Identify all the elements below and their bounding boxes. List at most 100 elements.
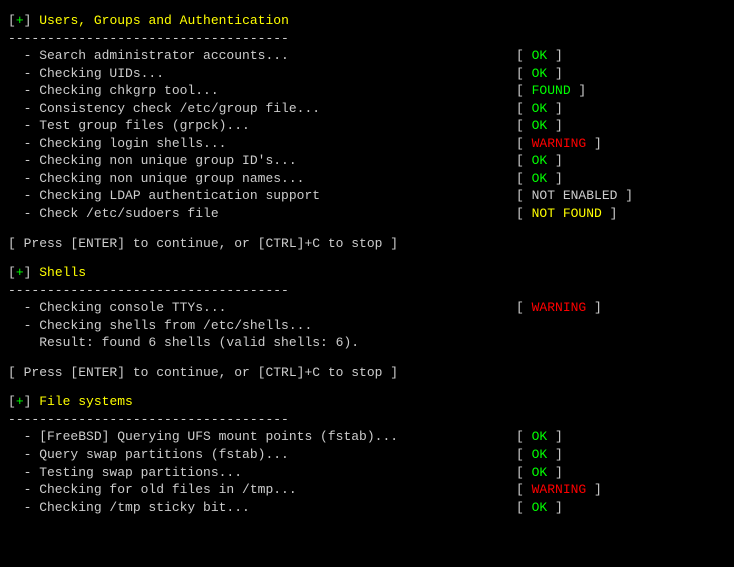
check-line: - Search administrator accounts...[ OK ] (8, 47, 726, 65)
check-line: Result: found 6 shells (valid shells: 6)… (8, 334, 726, 352)
status-bracket-open: [ (516, 101, 532, 116)
status-bracket-open: [ (516, 465, 532, 480)
check-description: - Testing swap partitions... (8, 464, 516, 482)
check-description: - Checking login shells... (8, 135, 516, 153)
check-line: - Checking for old files in /tmp...[ WAR… (8, 481, 726, 499)
check-status: [ NOT FOUND ] (516, 205, 617, 223)
status-bracket-close: ] (617, 188, 633, 203)
check-description: - Query swap partitions (fstab)... (8, 446, 516, 464)
status-value: NOT ENABLED (532, 188, 618, 203)
status-value: OK (532, 465, 548, 480)
status-bracket-open: [ (516, 206, 532, 221)
status-value: OK (532, 101, 548, 116)
status-bracket-close: ] (547, 66, 563, 81)
status-bracket-open: [ (516, 188, 532, 203)
status-value: OK (532, 171, 548, 186)
section-header: [+] Shells (8, 264, 726, 282)
check-description: - Checking chkgrp tool... (8, 82, 516, 100)
check-description: - Checking non unique group names... (8, 170, 516, 188)
check-description: - Test group files (grpck)... (8, 117, 516, 135)
check-status: [ OK ] (516, 428, 563, 446)
section-header: [+] File systems (8, 393, 726, 411)
terminal-output: [+] Users, Groups and Authentication----… (8, 12, 726, 516)
check-line: - Query swap partitions (fstab)...[ OK ] (8, 446, 726, 464)
status-bracket-open: [ (516, 153, 532, 168)
section-divider: ------------------------------------ (8, 282, 726, 300)
status-bracket-close: ] (547, 101, 563, 116)
bracket-close: ] (24, 13, 40, 28)
status-bracket-open: [ (516, 482, 532, 497)
status-bracket-open: [ (516, 447, 532, 462)
continue-prompt[interactable]: [ Press [ENTER] to continue, or [CTRL]+C… (8, 235, 726, 253)
bracket-open: [ (8, 394, 16, 409)
status-bracket-open: [ (516, 48, 532, 63)
status-value: WARNING (532, 136, 587, 151)
status-value: OK (532, 153, 548, 168)
check-description: - Consistency check /etc/group file... (8, 100, 516, 118)
check-status: [ OK ] (516, 47, 563, 65)
check-line: - Checking /tmp sticky bit...[ OK ] (8, 499, 726, 517)
check-status: [ WARNING ] (516, 481, 602, 499)
status-bracket-close: ] (547, 153, 563, 168)
plus-icon: + (16, 265, 24, 280)
check-line: - Checking UIDs...[ OK ] (8, 65, 726, 83)
check-status: [ WARNING ] (516, 135, 602, 153)
check-description: - Checking LDAP authentication support (8, 187, 516, 205)
status-value: OK (532, 48, 548, 63)
section-divider: ------------------------------------ (8, 411, 726, 429)
status-bracket-close: ] (547, 500, 563, 515)
status-bracket-open: [ (516, 429, 532, 444)
status-bracket-close: ] (547, 447, 563, 462)
status-value: WARNING (532, 300, 587, 315)
check-line: - Testing swap partitions...[ OK ] (8, 464, 726, 482)
status-value: WARNING (532, 482, 587, 497)
check-description: - Search administrator accounts... (8, 47, 516, 65)
status-bracket-close: ] (547, 48, 563, 63)
status-bracket-open: [ (516, 83, 532, 98)
check-status: [ OK ] (516, 170, 563, 188)
check-status: [ OK ] (516, 100, 563, 118)
bracket-open: [ (8, 265, 16, 280)
check-line: - Check /etc/sudoers file[ NOT FOUND ] (8, 205, 726, 223)
status-value: FOUND (532, 83, 571, 98)
check-line: - Checking non unique group names...[ OK… (8, 170, 726, 188)
check-description: - [FreeBSD] Querying UFS mount points (f… (8, 428, 516, 446)
status-bracket-open: [ (516, 300, 532, 315)
status-value: OK (532, 118, 548, 133)
check-status: [ NOT ENABLED ] (516, 187, 633, 205)
status-bracket-close: ] (586, 136, 602, 151)
status-value: OK (532, 429, 548, 444)
check-line: - Checking console TTYs...[ WARNING ] (8, 299, 726, 317)
status-bracket-open: [ (516, 136, 532, 151)
section-title: Users, Groups and Authentication (39, 13, 289, 28)
check-description: Result: found 6 shells (valid shells: 6)… (8, 334, 516, 352)
check-description: - Checking shells from /etc/shells... (8, 317, 516, 335)
status-bracket-close: ] (602, 206, 618, 221)
check-status: [ OK ] (516, 499, 563, 517)
continue-prompt[interactable]: [ Press [ENTER] to continue, or [CTRL]+C… (8, 364, 726, 382)
status-bracket-open: [ (516, 500, 532, 515)
status-value: OK (532, 447, 548, 462)
check-description: - Checking non unique group ID's... (8, 152, 516, 170)
status-bracket-close: ] (547, 118, 563, 133)
check-status: [ OK ] (516, 152, 563, 170)
check-line: - Checking chkgrp tool...[ FOUND ] (8, 82, 726, 100)
status-bracket-close: ] (586, 482, 602, 497)
check-description: - Check /etc/sudoers file (8, 205, 516, 223)
status-value: NOT FOUND (532, 206, 602, 221)
check-line: - Checking LDAP authentication support[ … (8, 187, 726, 205)
status-bracket-open: [ (516, 118, 532, 133)
check-line: - Checking login shells...[ WARNING ] (8, 135, 726, 153)
plus-icon: + (16, 13, 24, 28)
check-status: [ OK ] (516, 464, 563, 482)
check-status: [ WARNING ] (516, 299, 602, 317)
status-bracket-close: ] (547, 465, 563, 480)
check-status: [ FOUND ] (516, 82, 586, 100)
status-bracket-close: ] (547, 429, 563, 444)
status-bracket-open: [ (516, 66, 532, 81)
section-title: Shells (39, 265, 86, 280)
check-description: - Checking console TTYs... (8, 299, 516, 317)
status-bracket-open: [ (516, 171, 532, 186)
bracket-close: ] (24, 394, 40, 409)
check-line: - [FreeBSD] Querying UFS mount points (f… (8, 428, 726, 446)
